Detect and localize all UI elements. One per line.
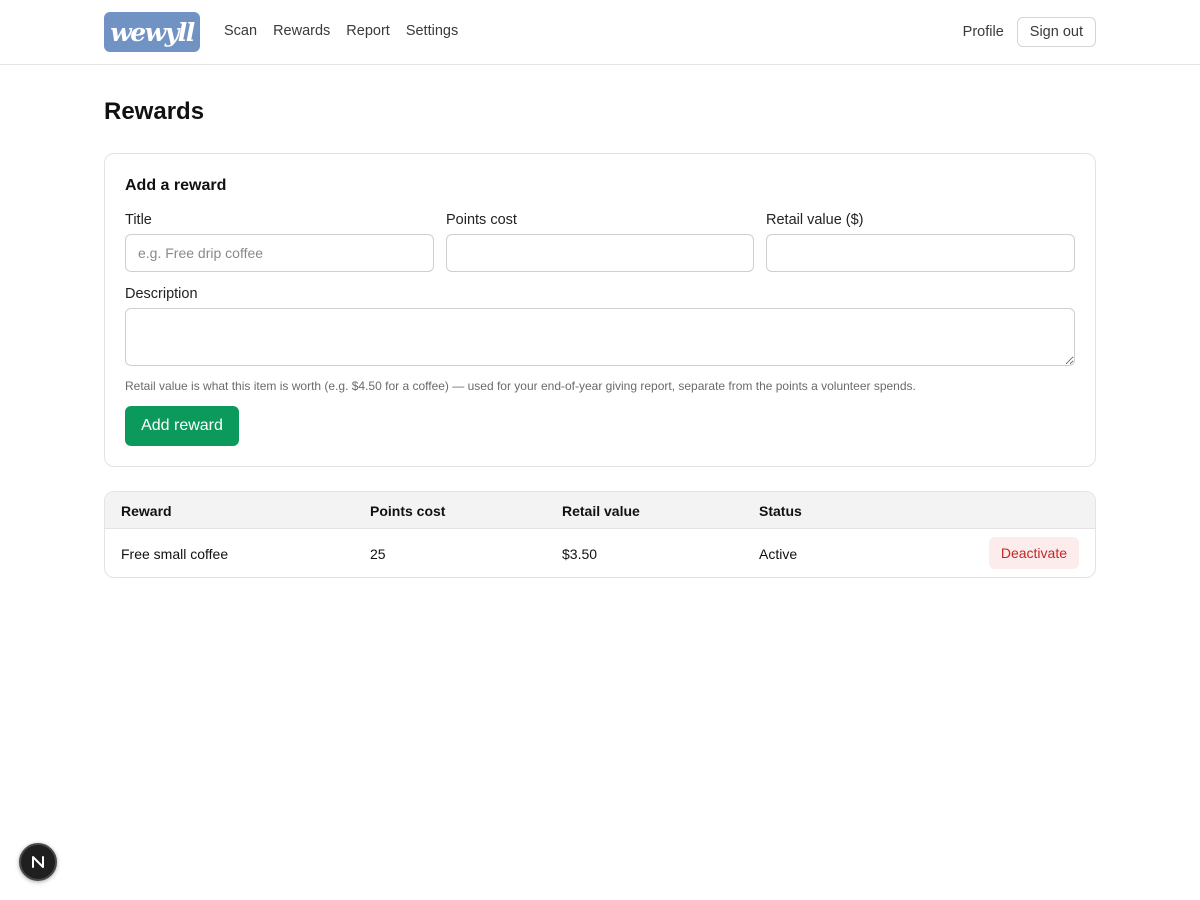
retail-value-input[interactable] bbox=[766, 234, 1075, 272]
table-row: Free small coffee 25 $3.50 Active Deacti… bbox=[105, 529, 1095, 577]
title-label: Title bbox=[125, 212, 152, 228]
column-header-status: Status bbox=[759, 503, 802, 519]
page-title: Rewards bbox=[104, 98, 205, 125]
deactivate-button[interactable]: Deactivate bbox=[988, 537, 1079, 569]
points-cost-cell: 25 bbox=[370, 546, 386, 562]
logo-text: wewyll bbox=[110, 17, 195, 47]
profile-link[interactable]: Profile bbox=[963, 24, 1004, 40]
column-header-reward: Reward bbox=[121, 503, 172, 519]
points-cost-input[interactable] bbox=[446, 234, 754, 272]
add-reward-heading: Add a reward bbox=[125, 177, 227, 194]
nav-report[interactable]: Report bbox=[346, 23, 390, 39]
points-cost-label: Points cost bbox=[446, 212, 517, 228]
title-input[interactable] bbox=[125, 234, 434, 272]
description-label: Description bbox=[125, 286, 198, 302]
add-reward-button[interactable]: Add reward bbox=[125, 406, 239, 446]
retail-value-help-text: Retail value is what this item is worth … bbox=[125, 379, 916, 393]
nextjs-n-icon bbox=[32, 856, 44, 868]
rewards-table: Reward Points cost Retail value Status F… bbox=[104, 491, 1096, 578]
nextjs-dev-badge[interactable] bbox=[19, 843, 57, 881]
nav-settings[interactable]: Settings bbox=[406, 23, 458, 39]
table-header: Reward Points cost Retail value Status bbox=[105, 492, 1095, 529]
column-header-retail-value: Retail value bbox=[562, 503, 640, 519]
account-nav: Profile Sign out bbox=[963, 17, 1096, 47]
add-reward-card: Add a reward Title Points cost Retail va… bbox=[104, 153, 1096, 467]
retail-value-label: Retail value ($) bbox=[766, 212, 864, 228]
nav-scan[interactable]: Scan bbox=[224, 23, 257, 39]
status-cell: Active bbox=[759, 546, 798, 562]
sign-out-button[interactable]: Sign out bbox=[1016, 17, 1096, 47]
description-textarea[interactable] bbox=[125, 308, 1075, 366]
reward-cell: Free small coffee bbox=[121, 546, 229, 562]
column-header-points-cost: Points cost bbox=[370, 503, 446, 519]
retail-value-cell: $3.50 bbox=[562, 546, 598, 562]
top-bar: wewyll Scan Rewards Report Settings Prof… bbox=[0, 0, 1200, 65]
app-logo[interactable]: wewyll bbox=[104, 12, 200, 52]
nav-rewards[interactable]: Rewards bbox=[273, 23, 330, 39]
main-nav: Scan Rewards Report Settings bbox=[224, 23, 458, 39]
